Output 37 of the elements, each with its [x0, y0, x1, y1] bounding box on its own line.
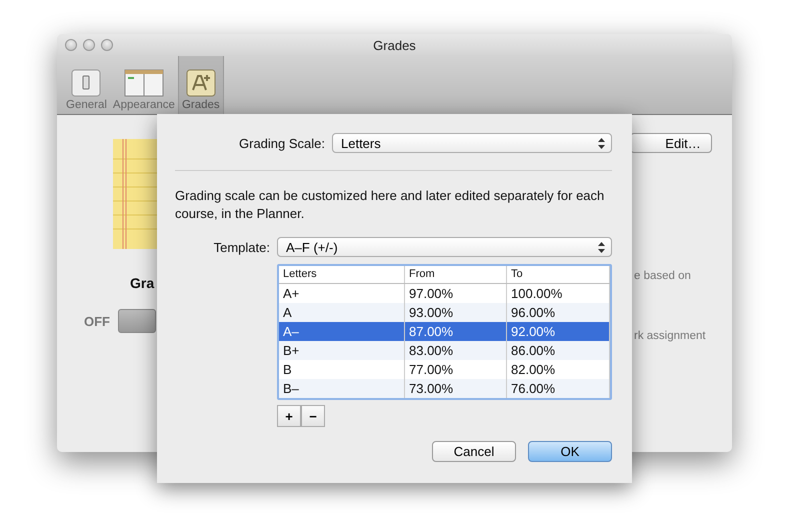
switch-icon — [71, 69, 102, 97]
add-button[interactable]: + — [277, 405, 301, 427]
table-row[interactable]: A 93.00% 96.00% — [279, 303, 610, 322]
table-cell: 76.00% — [507, 379, 610, 398]
toggle-label: OFF — [84, 314, 110, 328]
remove-button[interactable]: − — [301, 405, 325, 427]
grade-icon — [186, 69, 216, 97]
minimize-icon[interactable] — [83, 39, 95, 51]
close-icon[interactable] — [65, 39, 77, 51]
field-label: Template: — [214, 240, 270, 254]
table-row[interactable]: B+ 83.00% 86.00% — [279, 341, 610, 360]
ok-button[interactable]: OK — [528, 441, 612, 462]
table-cell: 73.00% — [405, 379, 507, 398]
toggle-switch[interactable] — [118, 309, 156, 333]
stepper-arrows-icon — [598, 242, 605, 252]
section-heading: Gra — [129, 275, 154, 291]
stepper-arrows-icon — [598, 138, 605, 148]
cancel-button[interactable]: Cancel — [432, 441, 516, 462]
table-cell: 86.00% — [507, 341, 610, 360]
column-header[interactable]: From — [405, 266, 507, 283]
table-cell: 83.00% — [405, 341, 507, 360]
column-header[interactable]: Letters — [279, 266, 405, 283]
table-cell: B+ — [279, 341, 405, 360]
column-header[interactable]: To — [507, 266, 610, 283]
table-cell: B– — [279, 379, 405, 398]
table-row[interactable]: A– 87.00% 92.00% — [279, 322, 610, 341]
popup-menu[interactable]: Letters — [332, 133, 612, 153]
option-text: rk assignment — [634, 330, 706, 342]
field-label: Grading Scale: — [239, 136, 325, 150]
zoom-icon[interactable] — [101, 39, 113, 51]
popup-menu[interactable]: A–F (+/-) — [277, 237, 612, 257]
option-text: e based on — [634, 270, 691, 282]
description-text: Grading scale can be customized here and later edited separately for each course, in the Planner. — [175, 187, 606, 223]
edit-button[interactable]: Edit… — [630, 133, 712, 153]
window-title: Grades — [373, 38, 416, 52]
table-row[interactable]: B– 73.00% 76.00% — [279, 379, 610, 398]
window-layout-icon — [124, 69, 164, 97]
